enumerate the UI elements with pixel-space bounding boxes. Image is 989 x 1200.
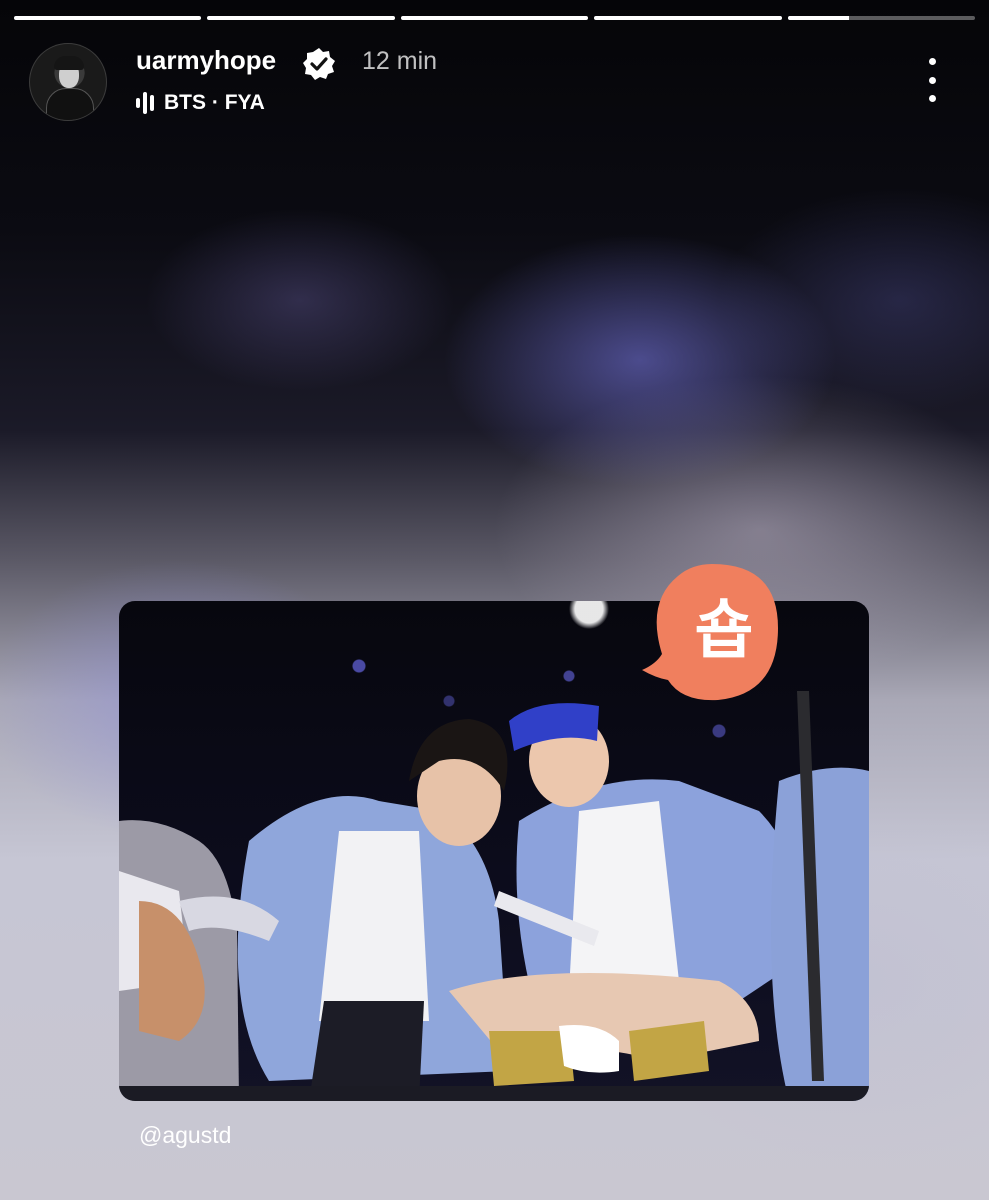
music-separator: · xyxy=(211,91,219,114)
avatar[interactable] xyxy=(29,43,107,121)
mention-tag[interactable]: @agustd xyxy=(139,1122,231,1149)
music-info[interactable]: BTS · FYA xyxy=(136,91,265,115)
music-artist: BTS xyxy=(164,91,206,114)
progress-segment xyxy=(594,16,782,20)
progress-segment xyxy=(207,16,395,20)
more-vertical-icon[interactable] xyxy=(920,58,944,102)
progress-segment-current xyxy=(787,16,976,20)
progress-segment xyxy=(400,16,589,20)
story-progress-bar xyxy=(14,16,976,20)
equalizer-icon xyxy=(136,92,154,114)
post-time: 12 min xyxy=(362,47,438,75)
progress-segment xyxy=(14,16,202,20)
sticker-text: 숍 xyxy=(694,594,754,668)
verified-badge-icon xyxy=(303,48,335,80)
username[interactable]: uarmyhope xyxy=(136,45,276,76)
chat-bubble-sticker[interactable]: 숍 xyxy=(642,562,780,702)
music-track: FYA xyxy=(224,91,265,114)
